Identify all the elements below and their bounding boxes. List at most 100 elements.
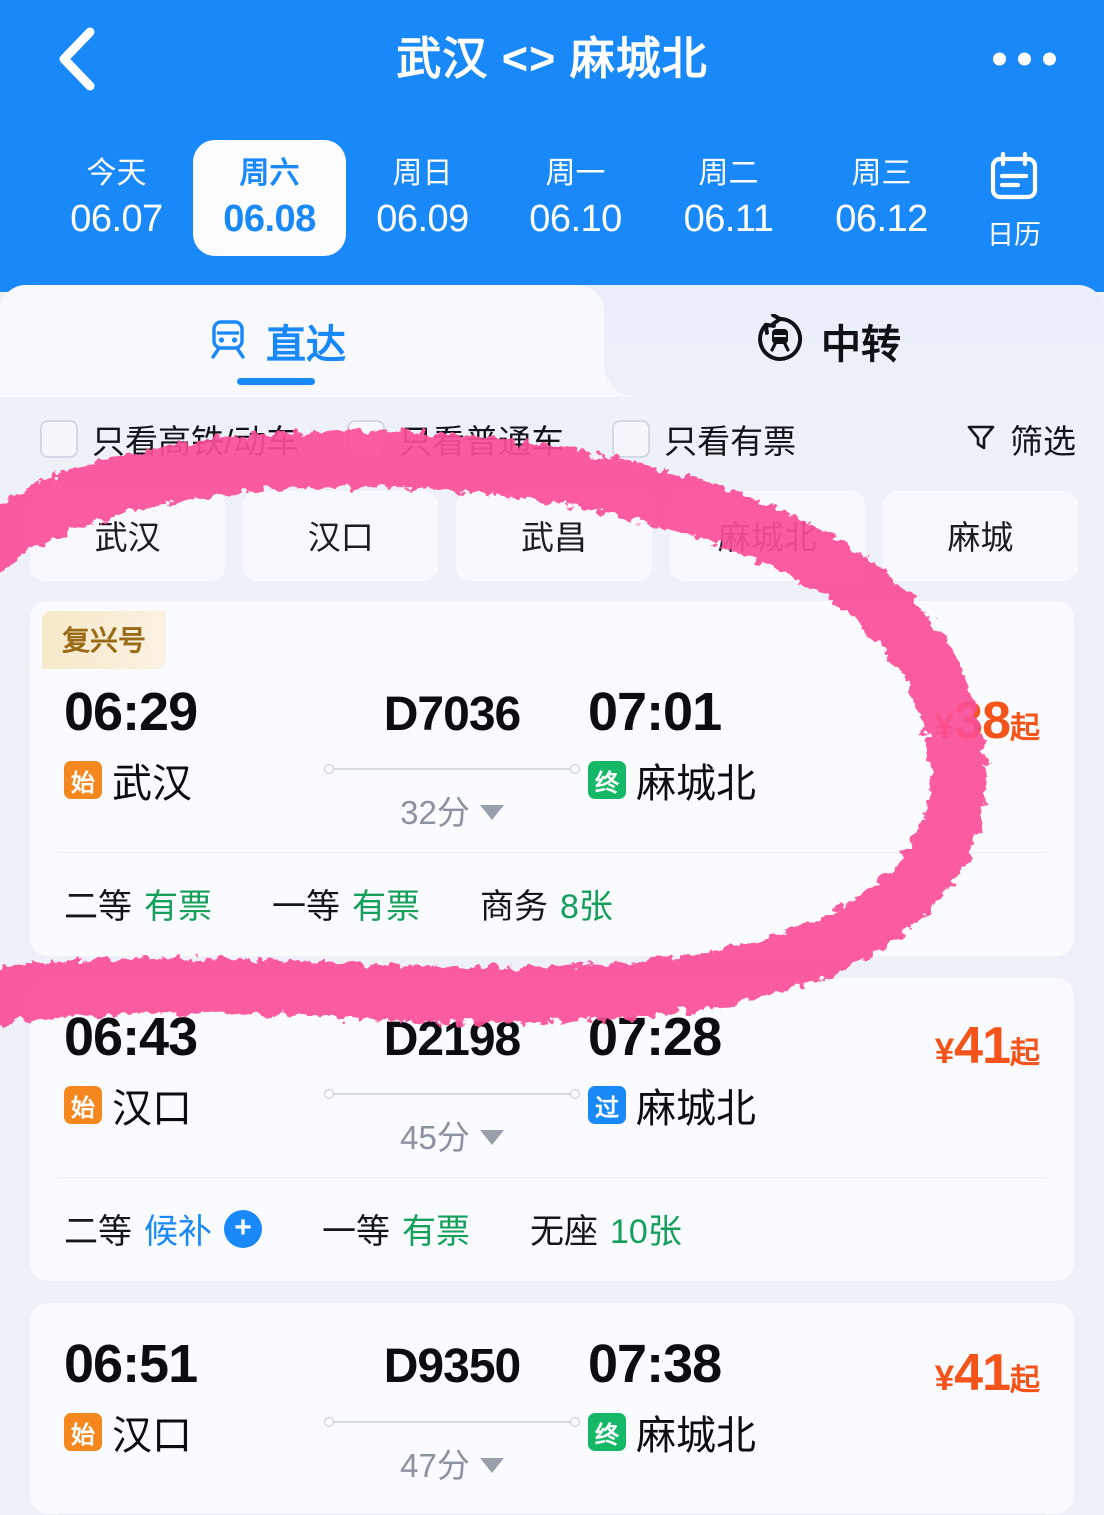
date-weekday: 周日 xyxy=(392,156,453,190)
start-station-badge: 始 xyxy=(64,761,102,800)
arrival-column: 07:01 终 麻城北 xyxy=(588,681,888,809)
date-item-5[interactable]: 周三 06.12 xyxy=(805,140,958,256)
train-summary-row: 06:29 始 武汉 D7036 32分 07:01 终 麻城北 ¥38起 xyxy=(30,669,1074,852)
price-amount: 38 xyxy=(954,692,1011,750)
departure-time: 06:29 xyxy=(64,682,198,742)
calendar-button[interactable]: 日历 xyxy=(958,144,1070,252)
departure-time: 06:43 xyxy=(64,1007,198,1068)
train-card[interactable]: 复兴号 06:29 始 武汉 D7036 32分 07:01 终 麻城北 ¥38… xyxy=(30,601,1074,957)
seat-status: 候补 xyxy=(144,1213,212,1252)
station-chip-machengbei[interactable]: 麻城北 xyxy=(669,491,865,581)
tab-active-indicator xyxy=(237,378,315,385)
date-item-4[interactable]: 周二 06.11 xyxy=(652,140,805,256)
seat-class-name: 商务 xyxy=(480,888,548,927)
filter-button[interactable]: 筛选 xyxy=(964,415,1076,463)
card-divider xyxy=(58,1512,1046,1514)
tab-direct[interactable]: 直达 xyxy=(0,285,552,397)
chevron-down-icon[interactable] xyxy=(479,1130,504,1146)
departure-time: 06:51 xyxy=(64,1334,198,1395)
date-item-0[interactable]: 今天 06.07 xyxy=(40,140,193,256)
filter-checkbox-normal[interactable]: 只看普通车 xyxy=(347,415,564,463)
filter-label: 只看有票 xyxy=(664,423,797,460)
seat-item-first-class[interactable]: 一等 有票 xyxy=(322,1204,470,1253)
arrival-station-line: 终 麻城北 xyxy=(588,1403,888,1461)
seat-item-second-class[interactable]: 二等 有票 xyxy=(64,879,212,928)
price-column: ¥38起 xyxy=(888,681,1050,751)
train-transfer-icon xyxy=(755,312,805,369)
date-item-2[interactable]: 周日 06.09 xyxy=(346,140,499,256)
more-dot xyxy=(1043,52,1056,66)
train-summary-row: 06:51 始 汉口 D9350 47分 07:38 终 麻城北 ¥41起 xyxy=(30,1303,1074,1512)
station-chip-wuchang[interactable]: 武昌 xyxy=(456,491,652,581)
date-number: 06.12 xyxy=(835,198,928,241)
arrival-column: 07:38 终 麻城北 xyxy=(588,1333,888,1461)
train-number: D2198 xyxy=(383,1013,521,1067)
arrival-time: 07:28 xyxy=(588,1007,722,1068)
station-chip-macheng[interactable]: 麻城 xyxy=(882,491,1079,581)
filter-checkbox-hsr[interactable]: 只看高铁/动车 xyxy=(40,415,299,463)
line-dot xyxy=(570,1416,580,1427)
more-dot xyxy=(993,52,1006,66)
checkbox-icon[interactable] xyxy=(612,420,651,458)
duration-text: 47分 xyxy=(400,1446,470,1484)
duration-row[interactable]: 45分 xyxy=(316,1111,588,1159)
date-number: 06.11 xyxy=(683,198,774,241)
plus-circle-icon[interactable]: + xyxy=(224,1209,262,1248)
page-title: 武汉 <> 麻城北 xyxy=(396,33,708,84)
nav-bar: 武汉 <> 麻城北 xyxy=(0,0,1104,118)
date-item-3[interactable]: 周一 06.10 xyxy=(499,140,652,256)
calendar-icon xyxy=(986,148,1042,209)
departure-column: 06:43 始 汉口 xyxy=(64,1006,316,1134)
train-tag-badge: 复兴号 xyxy=(42,611,167,669)
seat-item-second-class[interactable]: 二等 候补 + xyxy=(64,1204,262,1253)
train-middle-column: D2198 45分 xyxy=(316,1006,588,1159)
chevron-down-icon[interactable] xyxy=(479,805,504,821)
tab-transfer[interactable]: 中转 xyxy=(552,285,1104,397)
departure-station-name: 汉口 xyxy=(112,1414,192,1459)
arrival-station-line: 终 麻城北 xyxy=(588,751,888,809)
price-suffix: 起 xyxy=(1010,1037,1040,1071)
seat-class-name: 一等 xyxy=(322,1213,390,1252)
duration-row[interactable]: 47分 xyxy=(316,1439,588,1487)
seat-item-business-class[interactable]: 商务 8张 xyxy=(480,879,613,928)
price-suffix: 起 xyxy=(1010,1364,1040,1398)
currency-symbol: ¥ xyxy=(934,707,955,746)
price-amount: 41 xyxy=(954,1017,1011,1076)
checkbox-icon[interactable] xyxy=(347,420,386,458)
currency-symbol: ¥ xyxy=(934,1359,955,1399)
date-weekday: 周一 xyxy=(545,156,606,190)
more-dot xyxy=(1018,52,1031,66)
station-chip-hankou[interactable]: 汉口 xyxy=(243,491,439,581)
seat-status: 10张 xyxy=(610,1213,682,1252)
departure-station-name: 武汉 xyxy=(112,762,192,807)
duration-text: 45分 xyxy=(400,1119,470,1157)
seat-item-first-class[interactable]: 一等 有票 xyxy=(272,879,420,928)
departure-station-line: 始 汉口 xyxy=(64,1403,316,1461)
price-amount: 41 xyxy=(954,1344,1011,1403)
arrival-time: 07:01 xyxy=(588,682,722,742)
filter-label: 只看高铁/动车 xyxy=(92,423,300,460)
train-number: D7036 xyxy=(383,688,521,741)
train-card[interactable]: 06:43 始 汉口 D2198 45分 07:28 过 麻城北 ¥41起 二等… xyxy=(30,978,1074,1282)
arrival-station-name: 麻城北 xyxy=(636,1414,756,1459)
seat-availability-row: 二等 候补 + 一等 有票 无座 10张 xyxy=(30,1178,1074,1281)
app-header: 武汉 <> 麻城北 今天 06.07 周六 06.08 周日 06.09 周一 xyxy=(0,0,1104,292)
funnel-icon xyxy=(964,420,998,459)
chevron-down-icon[interactable] xyxy=(479,1457,504,1473)
line-dot xyxy=(324,764,334,775)
filter-button-label: 筛选 xyxy=(1010,423,1076,460)
train-card[interactable]: 06:51 始 汉口 D9350 47分 07:38 终 麻城北 ¥41起 xyxy=(30,1303,1074,1514)
tab-transfer-label: 中转 xyxy=(821,323,901,367)
filter-checkbox-available[interactable]: 只看有票 xyxy=(612,415,796,463)
date-selector: 今天 06.07 周六 06.08 周日 06.09 周一 06.10 周二 0… xyxy=(0,118,1104,278)
station-chip-wuhan[interactable]: 武汉 xyxy=(30,491,226,581)
seat-item-standing[interactable]: 无座 10张 xyxy=(530,1204,682,1253)
duration-row[interactable]: 32分 xyxy=(316,786,588,834)
date-item-1[interactable]: 周六 06.08 xyxy=(193,139,346,257)
price-suffix: 起 xyxy=(1010,712,1040,745)
date-number: 06.10 xyxy=(529,198,622,241)
checkbox-icon[interactable] xyxy=(40,420,78,458)
back-button[interactable] xyxy=(46,26,104,92)
line-dot xyxy=(324,1416,334,1427)
more-options-button[interactable] xyxy=(993,52,1056,66)
